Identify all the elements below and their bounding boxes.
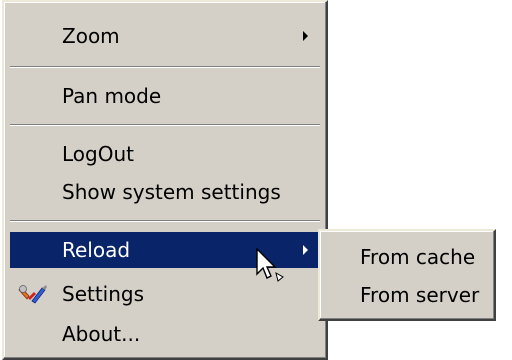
submenu-arrow-icon bbox=[303, 245, 308, 255]
menu-item-logout[interactable]: LogOut bbox=[10, 136, 320, 172]
menu-item-settings-label: Settings bbox=[62, 282, 145, 306]
menu-separator bbox=[10, 220, 320, 222]
submenu-item-from-server[interactable]: From server bbox=[324, 275, 490, 315]
submenu-item-from-cache[interactable]: From cache bbox=[324, 237, 490, 277]
context-menu: Zoom Pan mode LogOut Show system setting… bbox=[2, 0, 328, 360]
menu-item-pan-mode[interactable]: Pan mode bbox=[10, 78, 320, 114]
settings-tools-icon bbox=[18, 285, 47, 304]
menu-separator bbox=[10, 66, 320, 68]
menu-item-zoom-label: Zoom bbox=[62, 24, 120, 48]
menu-item-logout-label: LogOut bbox=[62, 142, 134, 166]
menu-item-about[interactable]: About... bbox=[10, 316, 320, 352]
menu-item-zoom[interactable]: Zoom bbox=[10, 18, 320, 54]
menu-item-show-system-settings-label: Show system settings bbox=[62, 180, 281, 204]
mouse-pointer-icon bbox=[256, 248, 284, 282]
menu-item-about-label: About... bbox=[62, 322, 141, 346]
menu-item-reload-label: Reload bbox=[62, 238, 131, 262]
menu-item-show-system-settings[interactable]: Show system settings bbox=[10, 174, 320, 210]
submenu-item-from-server-label: From server bbox=[360, 283, 480, 307]
menu-item-pan-mode-label: Pan mode bbox=[62, 84, 162, 108]
submenu-arrow-icon bbox=[303, 31, 308, 41]
menu-separator bbox=[10, 124, 320, 126]
submenu-item-from-cache-label: From cache bbox=[360, 245, 476, 269]
reload-submenu: From cache From server bbox=[318, 229, 496, 321]
